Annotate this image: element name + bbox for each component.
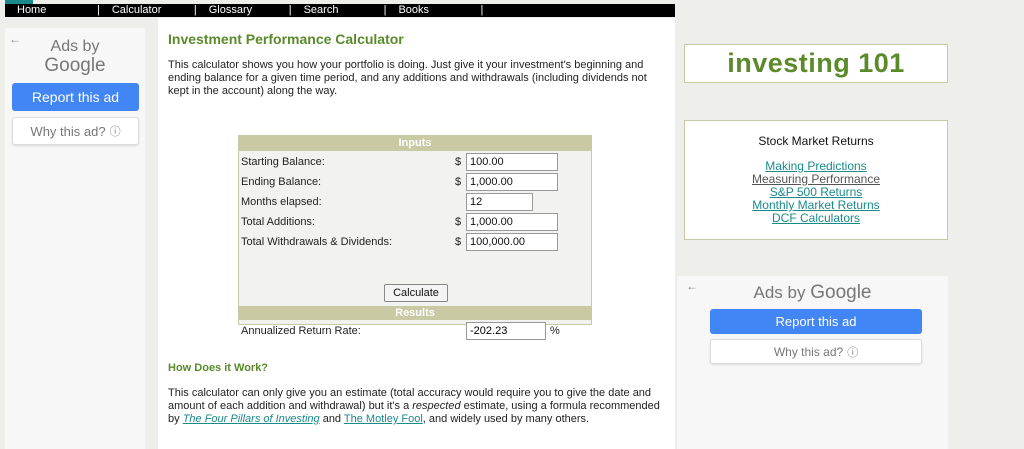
google-logo-text: Google <box>810 282 872 303</box>
inputs-header: Inputs <box>239 136 591 151</box>
ads-by-text: Ads by <box>50 38 100 55</box>
withdrawals-input[interactable] <box>466 233 558 251</box>
main-content: Investment Performance Calculator This c… <box>158 18 675 449</box>
withdrawals-row: Total Withdrawals & Dividends: $ <box>239 232 591 252</box>
how-text-part: and <box>319 413 344 425</box>
link-four-pillars[interactable]: The Four Pillars of Investing <box>183 413 320 425</box>
info-icon: ⓘ <box>109 126 121 138</box>
calculator-form: Inputs Starting Balance: $ Ending Balanc… <box>238 135 592 340</box>
percent-unit: % <box>550 325 560 337</box>
ads-by-text: Ads by <box>753 283 806 302</box>
google-logo-text: Google <box>44 54 106 76</box>
nav-search[interactable]: Search <box>292 4 384 17</box>
why-this-ad-label: Why this ad? <box>30 123 106 139</box>
months-elapsed-label: Months elapsed: <box>241 196 322 208</box>
how-it-works-paragraph: This calculator can only give you an est… <box>168 387 668 426</box>
nav-home[interactable]: Home <box>5 4 97 17</box>
total-additions-input[interactable] <box>466 213 558 231</box>
starting-balance-label: Starting Balance: <box>241 156 325 168</box>
nav-books[interactable]: Books <box>386 4 480 17</box>
ending-balance-label: Ending Balance: <box>241 176 322 188</box>
currency-symbol: $ <box>455 156 462 168</box>
nav-separator: | <box>480 4 484 16</box>
report-ad-button[interactable]: Report this ad <box>710 309 922 334</box>
ads-by-google-label: Ads by Google <box>677 282 948 304</box>
info-icon: ⓘ <box>847 346 859 359</box>
stock-market-links: Making Predictions Measuring Performance… <box>685 160 947 225</box>
months-elapsed-row: Months elapsed: <box>239 192 591 212</box>
calculate-button[interactable]: Calculate <box>384 284 448 302</box>
right-ad-panel: ← Ads by Google Report this ad Why this … <box>677 276 948 449</box>
ads-by-google-label: Ads by Google <box>5 38 145 76</box>
total-additions-label: Total Additions: <box>241 216 315 228</box>
brand-logo-text: investing 101 <box>727 48 905 78</box>
annualized-return-label: Annualized Return Rate: <box>241 325 361 337</box>
stock-market-returns-title: Stock Market Returns <box>758 134 874 148</box>
brand-banner[interactable]: investing 101 <box>684 44 948 83</box>
how-it-works-heading: How Does it Work? <box>168 362 269 374</box>
how-text-part: , and widely used by many others. <box>422 413 590 425</box>
report-ad-button[interactable]: Report this ad <box>12 83 139 111</box>
link-motley-fool[interactable]: The Motley Fool <box>344 413 423 425</box>
annualized-return-output[interactable] <box>466 322 546 340</box>
page-title: Investment Performance Calculator <box>168 31 404 47</box>
withdrawals-label: Total Withdrawals & Dividends: <box>241 236 393 248</box>
stock-market-returns-box: Stock Market Returns Making Predictions … <box>684 120 948 240</box>
why-this-ad-button[interactable]: Why this ad? ⓘ <box>710 339 922 364</box>
nav-calculator[interactable]: Calculator <box>100 4 194 17</box>
months-elapsed-input[interactable] <box>466 193 533 211</box>
intro-paragraph: This calculator shows you how your portf… <box>168 59 647 97</box>
result-row: Annualized Return Rate: % <box>239 321 591 341</box>
currency-symbol: $ <box>455 176 462 188</box>
left-ad-panel: ← Ads by Google Report this ad Why this … <box>5 28 145 449</box>
total-additions-row: Total Additions: $ <box>239 212 591 232</box>
link-dcf-calculators[interactable]: DCF Calculators <box>685 212 947 225</box>
ending-balance-input[interactable] <box>466 173 558 191</box>
top-navigation: Home | Calculator | Glossary | Search | … <box>5 4 675 17</box>
how-text-emphasis: respected <box>412 400 461 412</box>
starting-balance-row: Starting Balance: $ <box>239 152 591 172</box>
nav-glossary[interactable]: Glossary <box>197 4 289 17</box>
currency-symbol: $ <box>455 236 462 248</box>
currency-symbol: $ <box>455 216 462 228</box>
starting-balance-input[interactable] <box>466 153 558 171</box>
results-header: Results <box>239 306 591 320</box>
ending-balance-row: Ending Balance: $ <box>239 172 591 192</box>
why-this-ad-button[interactable]: Why this ad? ⓘ <box>12 117 139 145</box>
why-this-ad-label: Why this ad? <box>773 344 844 359</box>
